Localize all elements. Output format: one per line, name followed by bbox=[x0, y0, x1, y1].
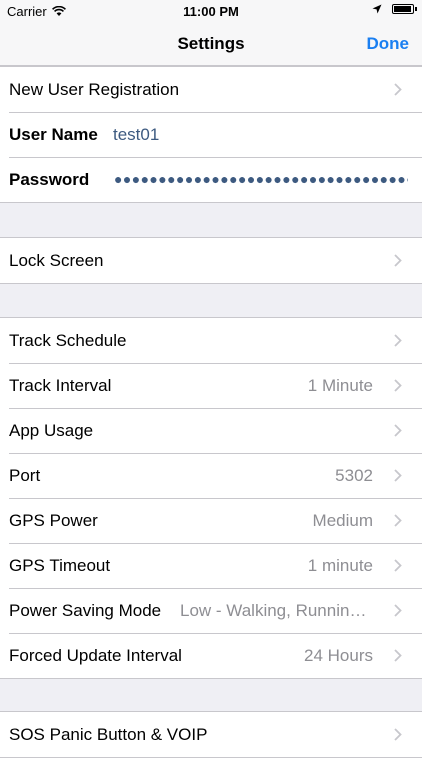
username-field[interactable]: test01 bbox=[113, 125, 159, 145]
username-label: User Name bbox=[9, 125, 98, 144]
track-interval-value: 1 Minute bbox=[307, 376, 373, 395]
password-field[interactable]: ●●●●●●●●●●●●●●●●●●●●●●●●●●●●●●●●●●●●●● bbox=[114, 171, 408, 187]
chevron-right-icon bbox=[394, 559, 402, 572]
gps-power-value: Medium bbox=[312, 511, 373, 530]
chevron-right-icon bbox=[394, 469, 402, 482]
sos-group: SOS Panic Button & VOIP bbox=[0, 711, 422, 758]
done-button[interactable]: Done bbox=[367, 34, 410, 54]
chevron-right-icon bbox=[394, 83, 402, 96]
port-label: Port bbox=[9, 466, 41, 485]
password-row: Password ●●●●●●●●●●●●●●●●●●●●●●●●●●●●●●●… bbox=[0, 157, 422, 202]
port-value: 5302 bbox=[335, 466, 373, 485]
chevron-right-icon bbox=[394, 254, 402, 267]
lock-screen-row[interactable]: Lock Screen bbox=[0, 238, 422, 283]
sos-panic-button-row[interactable]: SOS Panic Button & VOIP bbox=[0, 712, 422, 757]
track-interval-label: Track Interval bbox=[9, 376, 112, 395]
gps-power-row[interactable]: GPS Power Medium bbox=[0, 498, 422, 543]
location-icon bbox=[372, 4, 382, 14]
battery-icon bbox=[392, 4, 417, 14]
new-user-registration-label: New User Registration bbox=[9, 80, 180, 99]
track-schedule-label: Track Schedule bbox=[9, 331, 127, 350]
gps-timeout-label: GPS Timeout bbox=[9, 556, 111, 575]
app-usage-label: App Usage bbox=[9, 421, 94, 440]
track-schedule-row[interactable]: Track Schedule bbox=[0, 318, 422, 363]
chevron-right-icon bbox=[394, 379, 402, 392]
lock-screen-label: Lock Screen bbox=[9, 251, 104, 270]
page-title: Settings bbox=[177, 34, 245, 53]
chevron-right-icon bbox=[394, 649, 402, 662]
sos-panic-button-label: SOS Panic Button & VOIP bbox=[9, 725, 208, 744]
password-label: Password bbox=[9, 170, 90, 189]
port-row[interactable]: Port 5302 bbox=[0, 453, 422, 498]
status-time: 11:00 PM bbox=[183, 4, 239, 19]
gps-timeout-row[interactable]: GPS Timeout 1 minute bbox=[0, 543, 422, 588]
status-right bbox=[372, 4, 417, 14]
power-saving-mode-value: Low - Walking, Running, Biking bbox=[180, 601, 374, 620]
tracking-group: Track Schedule Track Interval 1 Minute A… bbox=[0, 317, 422, 679]
status-bar: Carrier 11:00 PM bbox=[0, 0, 422, 22]
lock-screen-group: Lock Screen bbox=[0, 237, 422, 284]
username-row: User Name test01 bbox=[0, 112, 422, 157]
forced-update-interval-value: 24 Hours bbox=[304, 646, 373, 665]
chevron-right-icon bbox=[394, 728, 402, 741]
chevron-right-icon bbox=[394, 604, 402, 617]
new-user-registration-row[interactable]: New User Registration bbox=[0, 67, 422, 112]
forced-update-interval-row[interactable]: Forced Update Interval 24 Hours bbox=[0, 633, 422, 678]
power-saving-mode-label: Power Saving Mode bbox=[9, 601, 162, 620]
gps-timeout-value: 1 minute bbox=[307, 556, 373, 575]
track-interval-row[interactable]: Track Interval 1 Minute bbox=[0, 363, 422, 408]
chevron-right-icon bbox=[394, 424, 402, 437]
chevron-right-icon bbox=[394, 334, 402, 347]
gps-power-label: GPS Power bbox=[9, 511, 98, 530]
app-usage-row[interactable]: App Usage bbox=[0, 408, 422, 453]
account-group: New User Registration User Name test01 P… bbox=[0, 66, 422, 203]
navigation-bar: Settings Done bbox=[0, 22, 422, 66]
chevron-right-icon bbox=[394, 514, 402, 527]
forced-update-interval-label: Forced Update Interval bbox=[9, 646, 182, 665]
power-saving-mode-row[interactable]: Power Saving Mode Low - Walking, Running… bbox=[0, 588, 422, 633]
